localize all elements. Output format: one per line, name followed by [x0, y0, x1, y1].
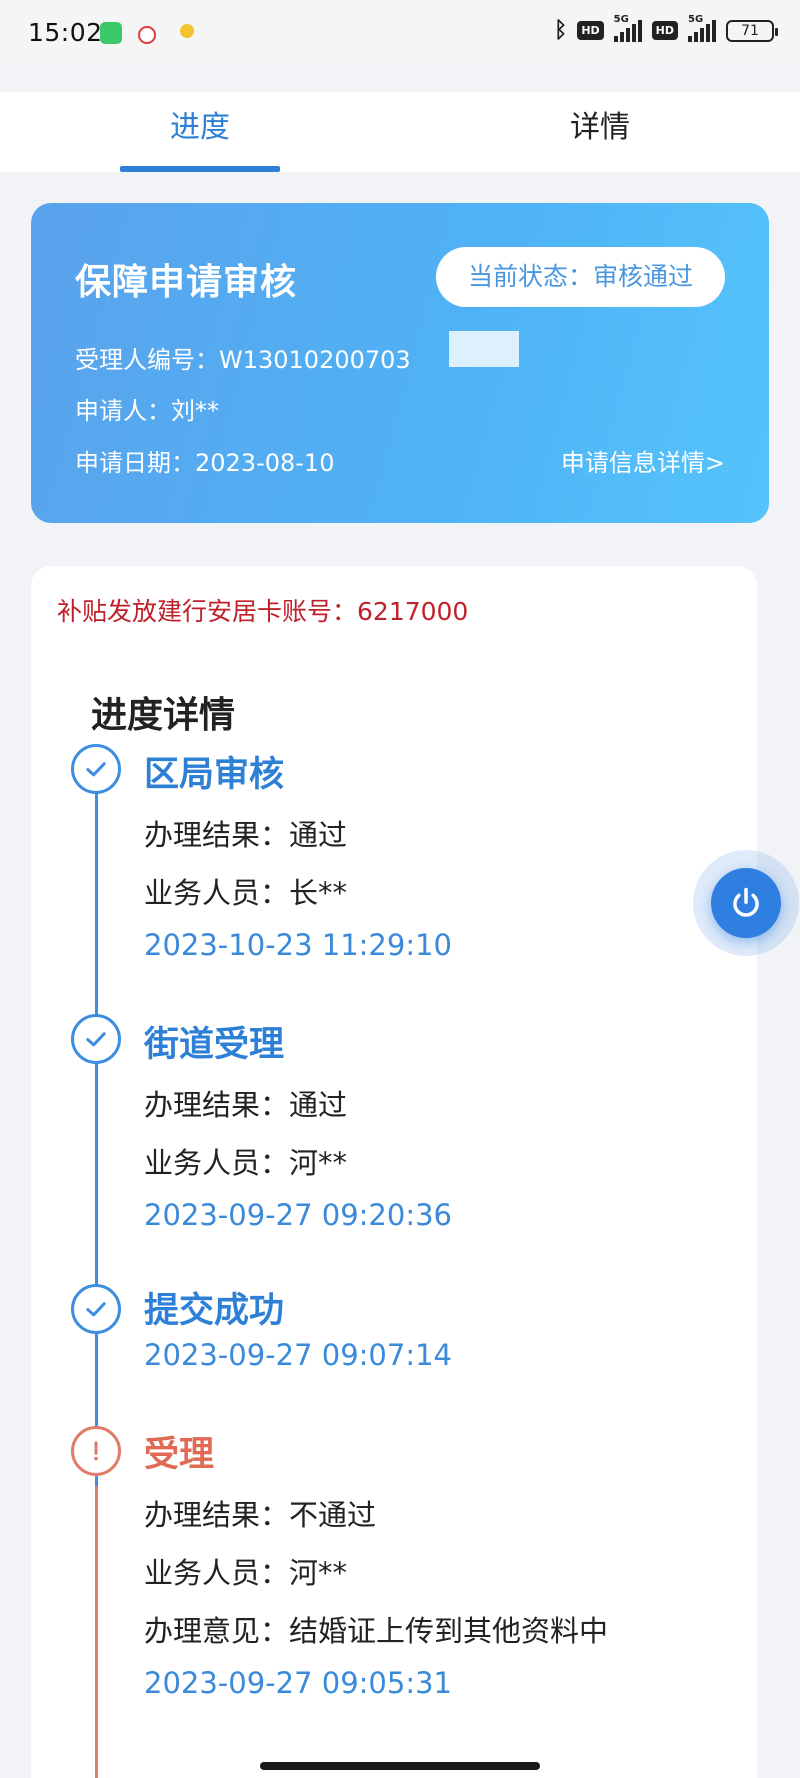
apply-date: 申请日期：2023-08-10	[75, 449, 335, 477]
step-staff: 业务人员：河**	[144, 1556, 348, 1590]
step-title: 区局审核	[144, 755, 285, 795]
application-title: 保障申请审核	[75, 262, 298, 303]
step-result: 办理结果：通过	[144, 818, 348, 852]
section-title: 进度详情	[91, 695, 236, 736]
step-time: 2023-09-27 09:20:36	[144, 1198, 452, 1232]
hd-badge: HD	[651, 21, 678, 40]
check-circle-icon	[71, 744, 121, 794]
step-time: 2023-09-27 09:07:14	[144, 1338, 452, 1372]
subsidy-account: 补贴发放建行安居卡账号：6217000	[57, 597, 469, 626]
applicant-name: 申请人：刘**	[75, 397, 219, 425]
hd-badge: HD	[577, 21, 604, 40]
redaction-mask	[449, 331, 519, 367]
step-result: 办理结果：通过	[144, 1088, 348, 1122]
application-detail-link[interactable]: 申请信息详情>	[561, 443, 725, 478]
status-time: 15:02	[28, 18, 103, 47]
progress-card: 补贴发放建行安居卡账号：6217000 进度详情 区局审核 办理结果：通过 业务…	[31, 566, 757, 1778]
step-title: 提交成功	[144, 1291, 285, 1331]
app-notification-icon	[100, 22, 122, 44]
step-staff: 业务人员：长**	[144, 876, 348, 910]
step-time: 2023-10-23 11:29:10	[144, 928, 452, 962]
power-button[interactable]	[711, 868, 781, 938]
step-title: 受理	[144, 1435, 215, 1475]
application-card: 保障申请审核 当前状态：审核通过 受理人编号：W13010200703 申请人：…	[31, 203, 769, 523]
check-circle-icon	[71, 1284, 121, 1334]
step-staff: 业务人员：河**	[144, 1146, 348, 1180]
handler-id: 受理人编号：W13010200703	[75, 346, 411, 374]
battery-icon: 71	[726, 19, 778, 42]
power-icon	[733, 887, 759, 917]
status-badge: 当前状态：审核通过	[435, 247, 725, 307]
tab-bar: 进度 详情	[0, 92, 800, 172]
tab-details[interactable]: 详情	[400, 92, 800, 172]
timeline-line-warning	[95, 1486, 98, 1778]
bluetooth-icon: ᛒ	[554, 18, 568, 43]
status-indicators: ᛒ HD 5G HD 5G 71	[554, 14, 778, 43]
signal-icon: 5G	[688, 14, 716, 42]
app-notification-icon	[180, 24, 194, 38]
tab-progress[interactable]: 进度	[0, 92, 400, 172]
status-bar: 15:02 ᛒ HD 5G HD 5G 71	[0, 0, 800, 66]
check-circle-icon	[71, 1014, 121, 1064]
step-title: 街道受理	[144, 1025, 285, 1065]
step-result: 办理结果：不通过	[144, 1498, 377, 1532]
app-notification-icon	[138, 26, 156, 44]
exclamation-circle-icon	[71, 1426, 121, 1476]
signal-icon: 5G	[613, 14, 642, 42]
step-opinion: 办理意见：结婚证上传到其他资料中	[144, 1614, 609, 1648]
home-indicator[interactable]	[260, 1762, 540, 1770]
step-time: 2023-09-27 09:05:31	[144, 1666, 452, 1700]
